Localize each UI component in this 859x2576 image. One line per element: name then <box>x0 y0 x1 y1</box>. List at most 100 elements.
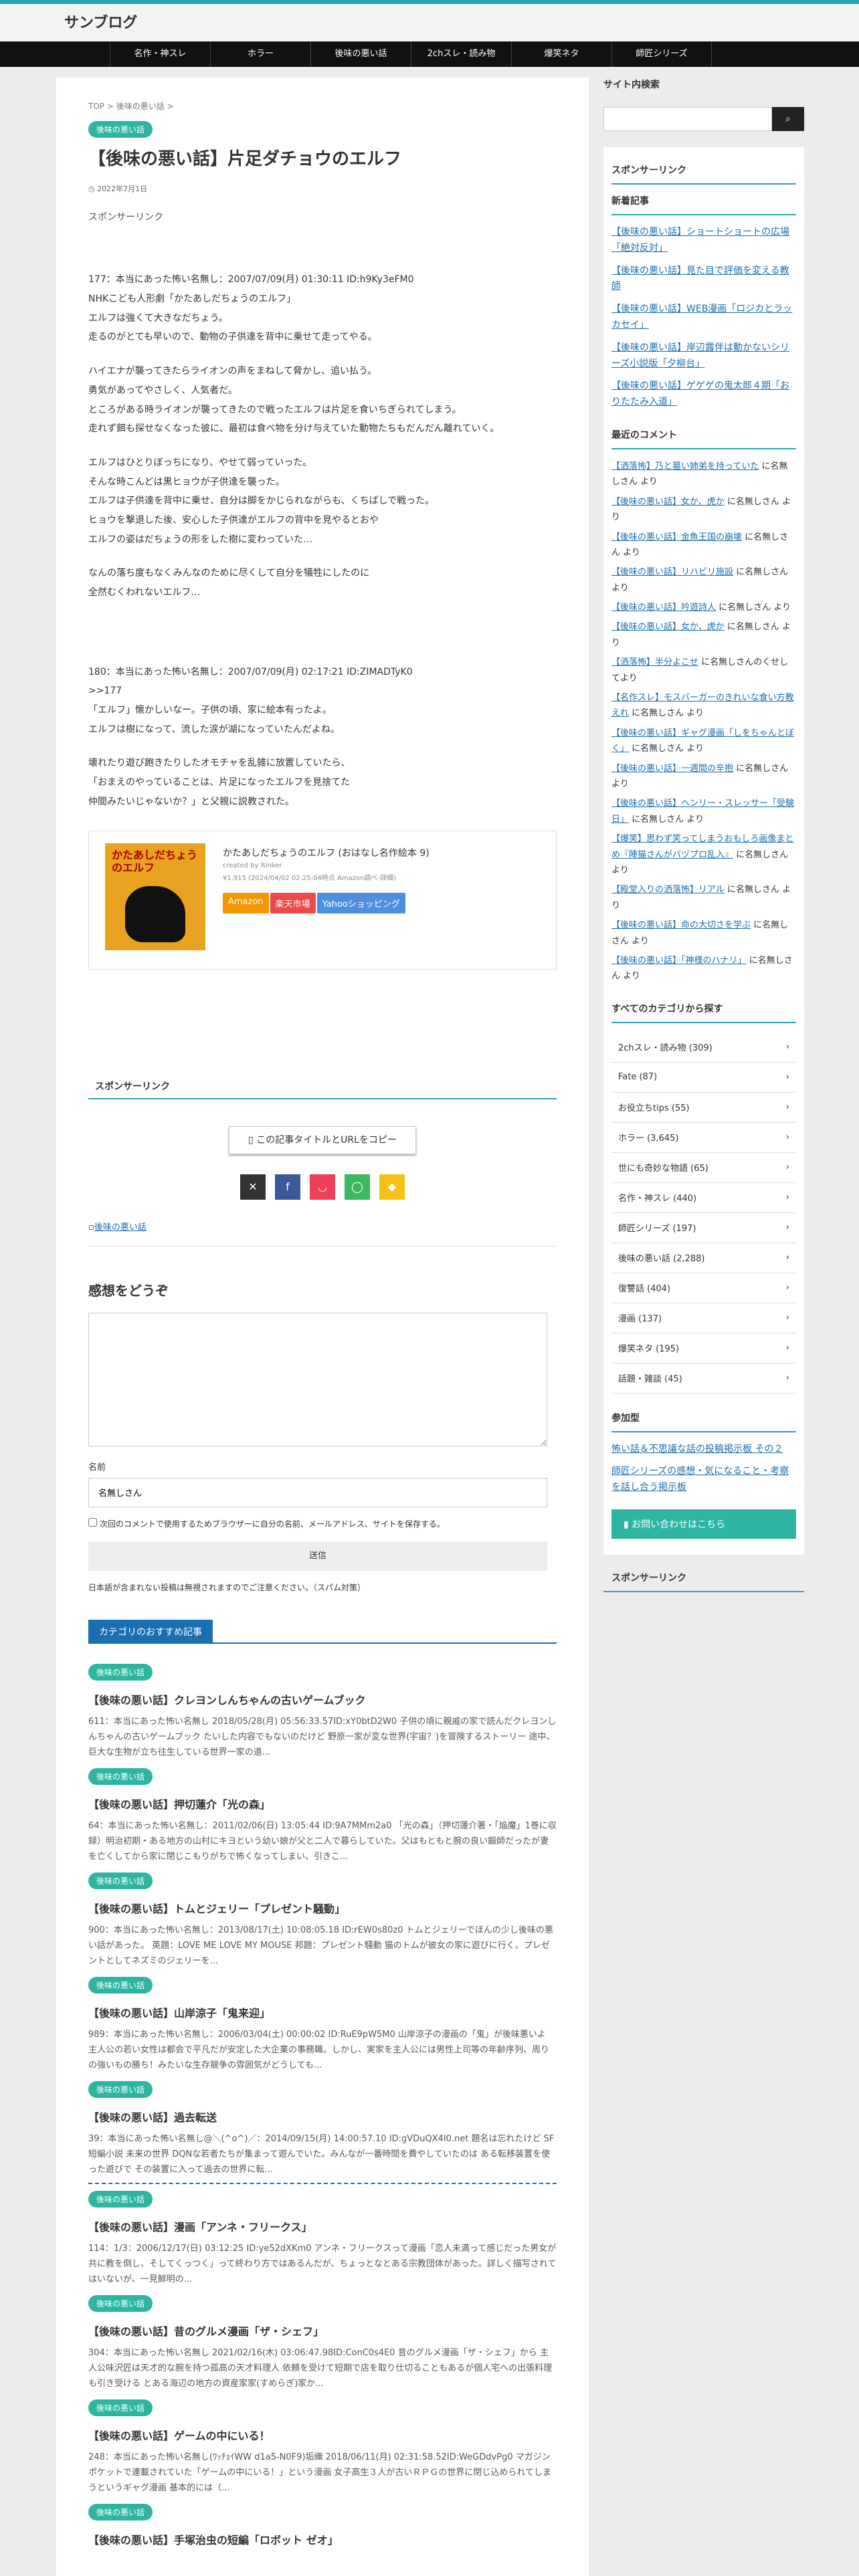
recommended-item[interactable]: 後味の悪い話 【後味の悪い話】漫画「アンネ・フリークス」 114：1/3：2006/… <box>88 2184 557 2288</box>
recommended-item[interactable]: 後味の悪い話【後味の悪い話】手塚治虫の短編「ロボット ゼオ」 <box>88 2497 557 2547</box>
nav-item-atoaji[interactable]: 後味の悪い話 <box>310 41 411 67</box>
submit-button[interactable]: 送信 <box>88 1541 547 1571</box>
nav-item-bakusho[interactable]: 爆笑ネタ <box>511 41 611 67</box>
comment-post-link[interactable]: 【殿堂入りの洒落怖】リアル <box>611 885 725 895</box>
category-item[interactable]: 後味の悪い話 (2,288) › <box>611 1243 796 1273</box>
line: 全然むくわれないエルフ… <box>88 587 201 599</box>
save-info-checkbox[interactable] <box>88 1517 97 1527</box>
item-title[interactable]: 【後味の悪い話】過去転送 <box>88 2109 557 2125</box>
item-category-badge[interactable]: 後味の悪い話 <box>88 1976 153 1994</box>
category-item[interactable]: 爆笑ネタ (195) › <box>611 1333 796 1364</box>
comment-post-link[interactable]: 【洒落怖】乃と墓い姉弟を持っていた <box>611 461 759 471</box>
category-item[interactable]: Fate (87) › <box>611 1063 796 1093</box>
comment-post-link[interactable]: 【後味の悪い話】吟遊詩人 <box>611 603 716 613</box>
category-item[interactable]: 漫画 (137) › <box>611 1303 796 1333</box>
join-link[interactable]: 怖い話＆不思議な話の投稿掲示板 その２ <box>611 1442 796 1458</box>
new-post-link[interactable]: 【後味の悪い話】見た目で評価を変える教師 <box>611 263 796 296</box>
breadcrumb[interactable]: TOP > 後味の悪い話 > <box>88 100 557 112</box>
nav-item-horror[interactable]: ホラー <box>210 41 310 67</box>
nav-item-shisho[interactable]: 師匠シリーズ <box>611 41 712 67</box>
category-item[interactable]: お役立ちtips (55) › <box>611 1093 796 1123</box>
site-title[interactable]: サンブログ <box>64 11 137 32</box>
item-category-badge[interactable]: 後味の悪い話 <box>88 2294 153 2312</box>
new-post-link[interactable]: 【後味の悪い話】岸辺露伴は動かないシリーズ小説版「夕柳台」 <box>611 340 796 372</box>
name-field[interactable] <box>88 1477 547 1507</box>
recommended-item[interactable]: 後味の悪い話 【後味の悪い話】過去転送 39：本当にあった怖い名無し@＼(^o^)／… <box>88 2074 557 2179</box>
post-date-text: 2022年7月1日 <box>97 185 148 194</box>
shop-buttons: Amazon 楽天市場 Yahooショッピング <box>223 892 430 914</box>
category-item[interactable]: 話題・雑談 (45) › <box>611 1364 796 1394</box>
item-category-badge[interactable]: 後味の悪い話 <box>88 1663 153 1681</box>
post-title: 【後味の悪い話】片足ダチョウのエルフ <box>88 149 402 169</box>
nav-item-meisaku[interactable]: 名作・神スレ <box>110 41 210 67</box>
comment-post-link[interactable]: 【後味の悪い話】金魚王国の崩壊 <box>611 532 742 542</box>
item-title[interactable]: 【後味の悪い話】クレヨンしんちゃんの古いゲームブック <box>88 1691 557 1707</box>
pocket-icon[interactable]: ◡ <box>310 1174 335 1200</box>
new-post-link[interactable]: 【後味の悪い話】WEB漫画「ロジカとラッカセイ」 <box>611 302 796 334</box>
item-title[interactable]: 【後味の悪い話】ゲームの中にいる！ <box>88 2427 557 2443</box>
item-title[interactable]: 【後味の悪い話】山岸涼子「鬼来迎」 <box>88 2004 557 2020</box>
contact-button[interactable]: ▮ お問い合わせはこちら <box>611 1509 796 1539</box>
recommended-item[interactable]: 後味の悪い話 【後味の悪い話】トムとジェリー「プレゼント騒動」 900：本当にあった… <box>88 1866 557 1970</box>
tag-link[interactable]: 後味の悪い話 <box>94 1222 147 1232</box>
line-icon[interactable]: ◯ <box>345 1174 370 1200</box>
search-icon[interactable]: ⌕ <box>772 107 804 131</box>
item-title[interactable]: 【後味の悪い話】漫画「アンネ・フリークス」 <box>88 2218 557 2234</box>
comment-textarea[interactable] <box>88 1312 547 1446</box>
comment-post-link[interactable]: 【後味の悪い話】命の大切さを学ぶ <box>611 920 751 930</box>
comment-post-link[interactable]: 【後味の悪い話】「神様のハナリ」 <box>611 956 747 966</box>
item-category-badge[interactable]: 後味の悪い話 <box>88 2190 153 2208</box>
item-category-badge[interactable]: 後味の悪い話 <box>88 1872 153 1889</box>
item-category-badge[interactable]: 後味の悪い話 <box>88 2503 153 2520</box>
category-item[interactable]: 名作・神スレ (440) › <box>611 1183 796 1213</box>
category-item[interactable]: 師匠シリーズ (197) › <box>611 1213 796 1243</box>
comment-author: に名無しさん より <box>629 814 704 825</box>
facebook-icon[interactable]: f <box>275 1174 300 1200</box>
recommended-list: 後味の悪い話 【後味の悪い話】クレヨンしんちゃんの古いゲームブック 611：本当にあ… <box>88 1657 557 2547</box>
amazon-button[interactable]: Amazon <box>223 892 269 914</box>
recommended-item[interactable]: 後味の悪い話 【後味の悪い話】クレヨンしんちゃんの古いゲームブック 611：本当にあ… <box>88 1657 557 1761</box>
copy-title-url-button[interactable]: ▯ この記事タイトルとURLをコピー <box>229 1125 416 1154</box>
sponsor-label: スポンサーリンク <box>88 212 163 223</box>
product-box: かたあしだちょうのエルフ かたあしだちょうのエルフ (おはなし名作絵本 9) c… <box>88 830 557 970</box>
join-link[interactable]: 師匠シリーズの感想・気になること・考察を話し合う掲示板 <box>611 1464 796 1496</box>
item-title[interactable]: 【後味の悪い話】トムとジェリー「プレゼント騒動」 <box>88 1900 557 1916</box>
recommended-item[interactable]: 後味の悪い話 【後味の悪い話】山岸涼子「鬼来迎」 989：本当にあった怖い名無し：2… <box>88 1970 557 2074</box>
recommended-item[interactable]: 後味の悪い話 【後味の悪い話】昔のグルメ漫画「ザ・シェフ」 304：本当にあった怖い… <box>88 2288 557 2393</box>
x-icon[interactable]: ✕ <box>240 1174 266 1200</box>
post-date: ◷ 2022年7月1日 <box>88 185 148 194</box>
recent-comment: 【洒落怖】半分よこせ に名無しさんのくせしてより <box>611 655 796 686</box>
comment-post-link[interactable]: 【後味の悪い話】一週間の辛抱 <box>611 764 733 774</box>
yahoo-button[interactable]: Yahooショッピング <box>316 892 405 914</box>
search-input[interactable] <box>603 107 772 131</box>
item-title[interactable]: 【後味の悪い話】手塚治虫の短編「ロボット ゼオ」 <box>88 2531 557 2547</box>
feedly-icon[interactable]: ◆ <box>379 1174 405 1200</box>
item-category-badge[interactable]: 後味の悪い話 <box>88 2399 153 2416</box>
recommended-item[interactable]: 後味の悪い話 【後味の悪い話】ゲームの中にいる！ 248：本当にあった怖い名無し(ﾜ… <box>88 2393 557 2497</box>
category-label: 師匠シリーズ (197) <box>618 1224 696 1235</box>
rakuten-button[interactable]: 楽天市場 <box>270 892 316 914</box>
recommended-item[interactable]: 後味の悪い話 【後味の悪い話】押切蓮介「光の森」 64：本当にあった怖い名無し：20… <box>88 1761 557 1866</box>
category-item[interactable]: ホラー (3,645) › <box>611 1123 796 1153</box>
comment-author: に名無しさん より <box>629 708 704 719</box>
category-item[interactable]: 世にも奇妙な物語 (65) › <box>611 1153 796 1183</box>
new-post-link[interactable]: 【後味の悪い話】ゲゲゲの鬼太郎４期「おりたたみ入道」 <box>611 379 796 411</box>
category-item[interactable]: 2chスレ・読み物 (309) › <box>611 1033 796 1063</box>
item-category-badge[interactable]: 後味の悪い話 <box>88 2080 153 2098</box>
line: 走るのがとても早いので、動物の子供達を背中に乗せて走ってやる。 <box>88 332 377 343</box>
comment-post-link[interactable]: 【洒落怖】半分よこせ <box>611 657 698 667</box>
product-info: かたあしだちょうのエルフ (おはなし名作絵本 9) created by Rin… <box>223 843 430 957</box>
copy-button-label: この記事タイトルとURLをコピー <box>256 1134 397 1146</box>
item-category-badge[interactable]: 後味の悪い話 <box>88 1767 153 1785</box>
category-badge[interactable]: 後味の悪い話 <box>88 121 153 138</box>
category-item[interactable]: 復讐話 (404) › <box>611 1273 796 1303</box>
product-name[interactable]: かたあしだちょうのエルフ (おはなし名作絵本 9) <box>223 846 430 859</box>
comment-post-link[interactable]: 【後味の悪い話】女か、虎か <box>611 622 725 632</box>
comment-post-link[interactable]: 【後味の悪い話】リハビリ施設 <box>611 567 733 577</box>
item-title[interactable]: 【後味の悪い話】昔のグルメ漫画「ザ・シェフ」 <box>88 2323 557 2339</box>
book-cover-image[interactable]: かたあしだちょうのエルフ <box>105 843 205 950</box>
nav-item-2ch[interactable]: 2chスレ・読み物 <box>411 41 511 67</box>
comment-post-link[interactable]: 【後味の悪い話】女か、虎か <box>611 497 725 507</box>
item-title[interactable]: 【後味の悪い話】押切蓮介「光の森」 <box>88 1796 557 1812</box>
new-post-link[interactable]: 【後味の悪い話】ショートショートの広場「絶対反対」 <box>611 225 796 257</box>
